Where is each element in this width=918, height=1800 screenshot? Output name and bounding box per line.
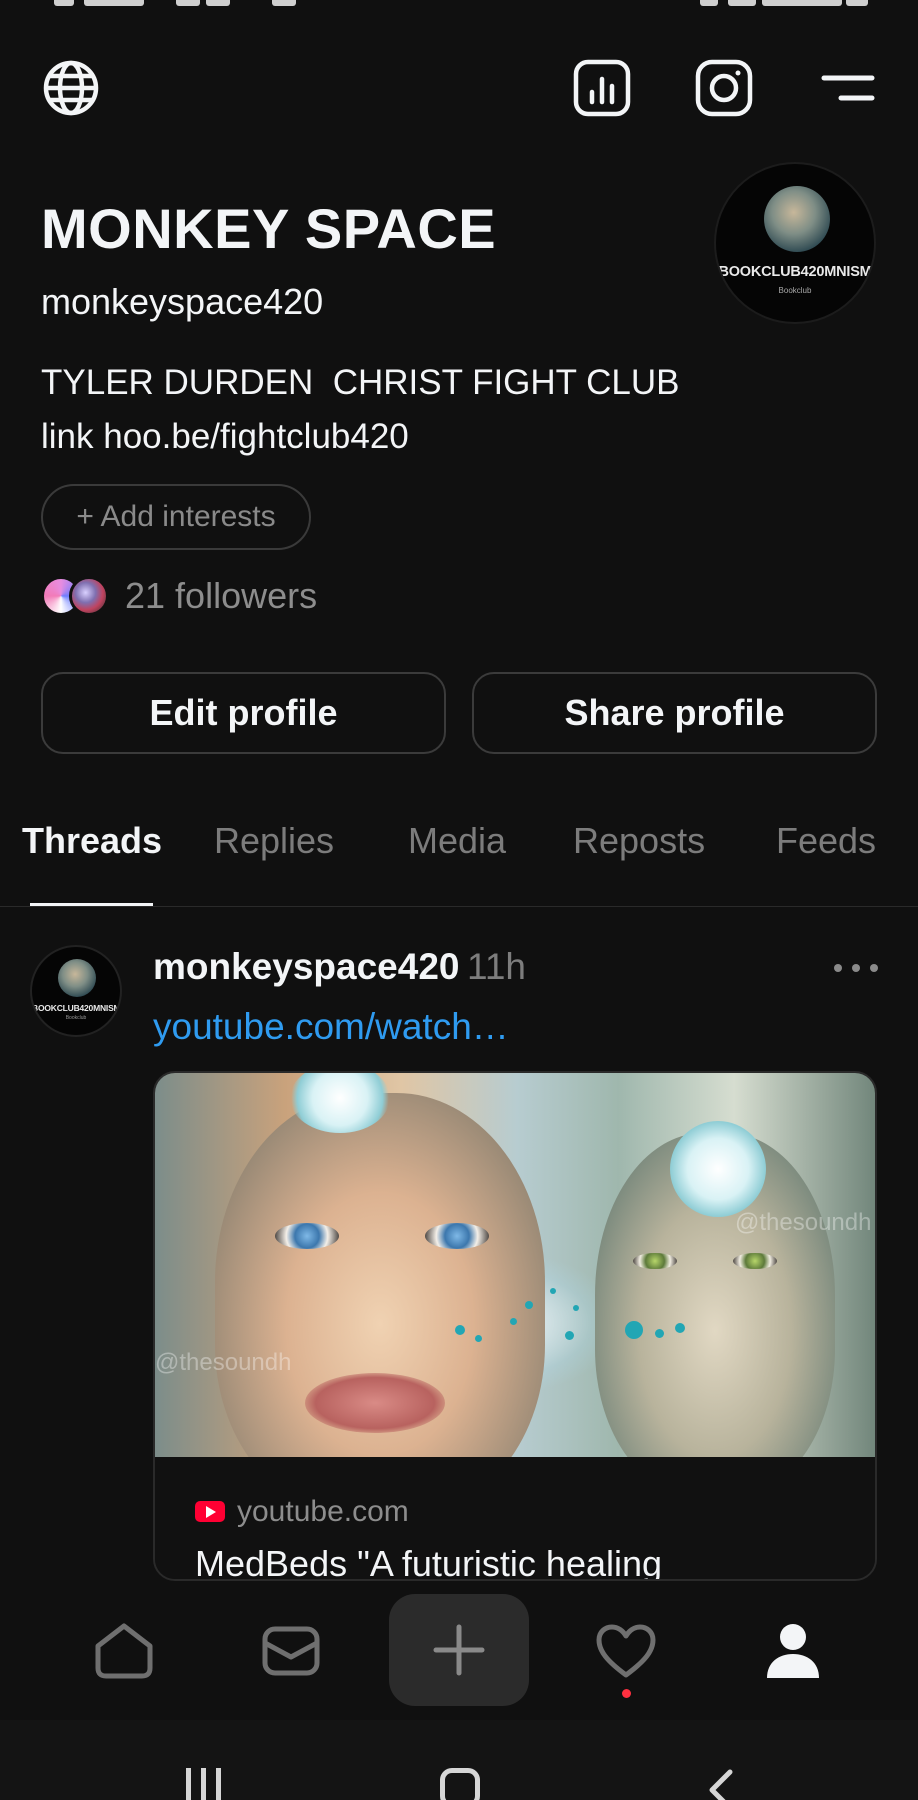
youtube-icon: [195, 1501, 225, 1522]
follower-avatar: [69, 576, 109, 616]
bottom-navigation: [0, 1582, 918, 1720]
globe-icon[interactable]: [41, 58, 101, 118]
tabs-divider: [0, 906, 918, 907]
plus-icon: [433, 1624, 485, 1676]
recent-apps-icon[interactable]: [184, 1764, 224, 1800]
avatar-sublabel: Bookclub: [778, 286, 812, 295]
system-back-icon[interactable]: [706, 1768, 736, 1800]
add-interests-button[interactable]: + Add interests: [41, 484, 311, 550]
avatar-sublabel: Bookclub: [65, 1015, 87, 1021]
profile-tabs: Threads Replies Media Reposts Feeds: [0, 820, 918, 906]
link-preview-image: @thesoundh @thesoundh: [155, 1073, 875, 1457]
tab-media[interactable]: Media: [408, 820, 506, 862]
edit-profile-button[interactable]: Edit profile: [41, 672, 446, 754]
inbox-icon[interactable]: [231, 1582, 351, 1720]
monkey-avatar-image: [764, 186, 830, 252]
link-preview-card[interactable]: @thesoundh @thesoundh youtube.com MedBed…: [153, 1071, 877, 1581]
tab-reposts[interactable]: Reposts: [573, 820, 705, 862]
home-icon[interactable]: [64, 1582, 184, 1720]
system-navigation-bar: [0, 1720, 918, 1800]
profile-username: monkeyspace420: [41, 281, 324, 322]
profile-bio: TYLER DURDEN CHRIST FIGHT CLUB link hoo.…: [41, 363, 680, 456]
tab-feeds[interactable]: Feeds: [776, 820, 876, 862]
system-home-icon[interactable]: [440, 1768, 480, 1800]
post-timestamp: 11h: [467, 946, 526, 987]
link-domain: youtube.com: [237, 1495, 409, 1528]
notification-dot: [622, 1689, 631, 1698]
link-preview-meta: youtube.com MedBeds "A futuristic healin…: [155, 1457, 875, 1581]
post-author-avatar[interactable]: BOOKCLUB420MNISM Bookclub: [30, 945, 122, 1037]
instagram-icon[interactable]: [694, 58, 754, 118]
activity-icon[interactable]: [566, 1582, 686, 1720]
post-link[interactable]: youtube.com/watch…: [153, 1006, 509, 1048]
post-username[interactable]: monkeyspace420: [153, 946, 459, 988]
profile-icon[interactable]: [733, 1582, 853, 1720]
link-title: MedBeds "A futuristic healing: [195, 1543, 663, 1581]
profile-avatar[interactable]: BOOKCLUB420MNISM Bookclub: [714, 162, 876, 324]
tab-replies[interactable]: Replies: [214, 820, 334, 862]
monkey-avatar-image: [58, 959, 96, 997]
profile-display-name: MONKEY SPACE: [41, 197, 497, 260]
avatar-label: BOOKCLUB420MNISM: [718, 264, 872, 280]
menu-icon[interactable]: [818, 58, 878, 118]
share-profile-button[interactable]: Share profile: [472, 672, 877, 754]
image-watermark: @thesoundh: [735, 1209, 872, 1236]
status-bar: [0, 0, 918, 10]
tab-threads[interactable]: Threads: [22, 820, 162, 862]
insights-icon[interactable]: [572, 58, 632, 118]
followers-count: 21 followers: [125, 575, 318, 616]
compose-button[interactable]: [389, 1594, 529, 1706]
image-watermark: @thesoundh: [155, 1349, 292, 1376]
followers-link[interactable]: 21 followers: [41, 574, 317, 618]
avatar-label: BOOKCLUB420MNISM: [32, 1003, 121, 1013]
more-options-icon[interactable]: [834, 955, 878, 981]
